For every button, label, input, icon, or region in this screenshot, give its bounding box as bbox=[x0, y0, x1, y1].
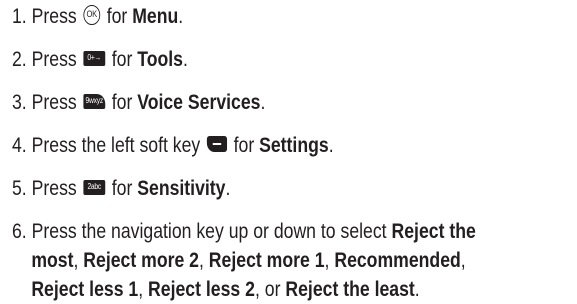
step-text: Press bbox=[31, 91, 77, 114]
step-6-line-1: 6. Press the navigation key up or down t… bbox=[12, 217, 550, 246]
instruction-steps: 1. Press OK for Menu. 2. Press 0+→ for T… bbox=[0, 0, 577, 304]
zero-key-icon: 0+→ bbox=[83, 50, 106, 66]
nine-key-icon: 9wxyz bbox=[83, 93, 106, 109]
step-4: 4. Press the left soft key for Settings. bbox=[12, 131, 334, 160]
option-recommended: Recommended bbox=[334, 249, 461, 272]
step-text: for bbox=[233, 134, 255, 157]
sensitivity-label: Sensitivity bbox=[137, 177, 226, 200]
option-reject-less-2: Reject less 2 bbox=[148, 278, 255, 301]
voice-services-label: Voice Services bbox=[137, 91, 261, 114]
step-1: 1. Press OK for Menu. bbox=[12, 2, 183, 31]
left-soft-key-icon bbox=[206, 136, 228, 153]
ok-key-icon: OK bbox=[83, 5, 101, 26]
step-punctuation: . bbox=[328, 134, 334, 157]
step-punctuation: . bbox=[260, 91, 266, 114]
option-reject-more-1: Reject more 1 bbox=[208, 249, 325, 272]
settings-label: Settings bbox=[259, 134, 329, 157]
step-punctuation: . bbox=[178, 5, 184, 28]
step-5: 5. Press 2abc for Sensitivity. bbox=[12, 174, 230, 203]
step-number: 6. bbox=[12, 220, 27, 243]
menu-label: Menu bbox=[132, 5, 179, 28]
step-number: 1. bbox=[12, 5, 27, 28]
tools-label: Tools bbox=[137, 48, 183, 71]
step-text: Press the left soft key bbox=[31, 134, 201, 157]
step-number: 4. bbox=[12, 134, 27, 157]
option-reject-less-1: Reject less 1 bbox=[31, 278, 139, 301]
step-text: for bbox=[111, 48, 133, 71]
option-reject-the-least: Reject the least bbox=[285, 278, 415, 301]
step-text: for bbox=[111, 91, 133, 114]
step-punctuation: . bbox=[182, 48, 188, 71]
step-number: 2. bbox=[12, 48, 27, 71]
step-text: Press the navigation key up or down to s… bbox=[31, 220, 387, 243]
step-text: Press bbox=[31, 48, 77, 71]
option-reject-the-most-part-2: most bbox=[31, 249, 74, 272]
step-text: for bbox=[106, 5, 128, 28]
step-3: 3. Press 9wxyz for Voice Services. bbox=[12, 88, 265, 117]
step-text: Press bbox=[31, 5, 77, 28]
step-2: 2. Press 0+→ for Tools. bbox=[12, 45, 188, 74]
step-text: for bbox=[111, 177, 133, 200]
step-punctuation: . bbox=[414, 278, 420, 301]
step-number: 3. bbox=[12, 91, 27, 114]
step-text: Press bbox=[31, 177, 77, 200]
step-6-line-2: most, Reject more 2, Reject more 1, Reco… bbox=[31, 249, 466, 272]
step-6-line-3: Reject less 1, Reject less 2, or Reject … bbox=[31, 278, 420, 301]
step-punctuation: . bbox=[225, 177, 231, 200]
option-reject-more-2: Reject more 2 bbox=[83, 249, 199, 272]
step-6: 6. Press the navigation key up or down t… bbox=[12, 217, 550, 304]
option-reject-the-most-part-1: Reject the bbox=[391, 220, 476, 243]
step-number: 5. bbox=[12, 177, 27, 200]
conjunction: or bbox=[264, 278, 281, 301]
two-key-icon: 2abc bbox=[83, 179, 106, 195]
